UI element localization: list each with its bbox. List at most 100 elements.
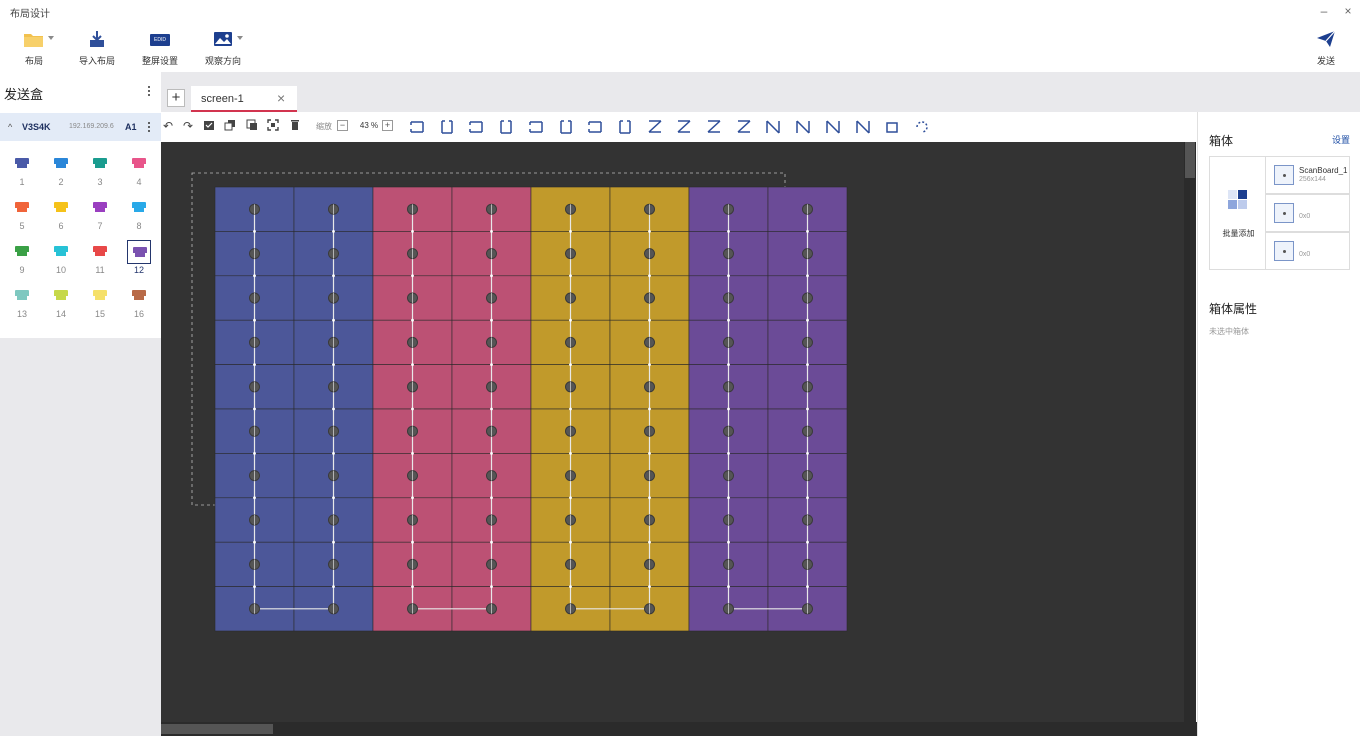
port-5[interactable]: 5: [8, 196, 36, 231]
tab-screen-1[interactable]: screen-1 ×: [191, 86, 297, 112]
path-dot: [806, 230, 809, 233]
port-number: 8: [136, 221, 142, 231]
device-row[interactable]: ^ V3S4K 192.169.209.6 A1: [0, 113, 161, 141]
path-dot: [727, 407, 730, 411]
close-window-button[interactable]: ×: [1339, 3, 1357, 19]
port-8[interactable]: 8: [125, 196, 153, 231]
wiring-v-snake-4-icon[interactable]: [616, 118, 634, 136]
undo-icon[interactable]: ↶: [161, 119, 175, 133]
path-dot: [332, 274, 335, 278]
port-1[interactable]: 1: [8, 152, 36, 187]
batch-add-button[interactable]: 批量添加: [1209, 156, 1266, 270]
zoom-out-button[interactable]: −: [337, 120, 348, 131]
path-dot: [332, 540, 335, 544]
zoom-value[interactable]: 43 %: [354, 121, 384, 130]
delete-icon[interactable]: [288, 119, 302, 133]
cabinet-size: 256x144: [1299, 176, 1326, 183]
path-dot: [490, 496, 493, 500]
device-more-icon[interactable]: [147, 122, 151, 134]
ethernet-port-icon: [49, 152, 73, 176]
port-2[interactable]: 2: [47, 152, 75, 187]
wiring-vdiag-1-icon[interactable]: [764, 118, 782, 136]
wiring-v-snake-3-icon[interactable]: [557, 118, 575, 136]
path-dot: [332, 585, 335, 588]
path-dot: [727, 230, 730, 233]
view-direction-button[interactable]: 观察方向: [203, 28, 243, 68]
port-13[interactable]: 13: [8, 284, 36, 319]
select-all-icon[interactable]: [202, 119, 216, 133]
port-number: 4: [136, 177, 142, 187]
vertical-scroll-thumb[interactable]: [1185, 142, 1195, 178]
wiring-vdiag-4-icon[interactable]: [854, 118, 872, 136]
tabs-bar: + screen-1 ×: [161, 72, 1360, 112]
wiring-v-snake-1-icon[interactable]: [438, 118, 456, 136]
cabinet-layout-svg[interactable]: [161, 142, 1184, 722]
horizontal-scrollbar[interactable]: [161, 722, 1197, 736]
more-menu-icon[interactable]: [147, 86, 151, 98]
port-12[interactable]: 12: [125, 240, 153, 275]
port-3[interactable]: 3: [86, 152, 114, 187]
path-dot: [332, 230, 335, 233]
layout-button[interactable]: 布局: [14, 28, 54, 68]
path-dot: [490, 452, 493, 455]
cabinet-item[interactable]: ScanBoard_1 256x144: [1265, 156, 1350, 194]
wiring-h-snake-1-icon[interactable]: [408, 118, 426, 136]
close-tab-icon[interactable]: ×: [277, 90, 285, 106]
port-14[interactable]: 14: [47, 284, 75, 319]
path-dot: [411, 318, 414, 322]
port-number: 7: [97, 221, 103, 231]
cabinet-settings-link[interactable]: 设置: [1332, 133, 1350, 146]
path-dot: [411, 407, 414, 411]
send-button[interactable]: 发送: [1306, 28, 1346, 68]
wiring-h-snake-4-icon[interactable]: [586, 118, 604, 136]
port-7[interactable]: 7: [86, 196, 114, 231]
wiring-diag-3-icon[interactable]: [705, 118, 723, 136]
cabinet-item[interactable]: 0x0: [1265, 194, 1350, 232]
send-icon: [1306, 28, 1346, 50]
path-dot: [806, 540, 809, 544]
ethernet-port-icon: [10, 284, 34, 308]
port-6[interactable]: 6: [47, 196, 75, 231]
wiring-v-snake-2-icon[interactable]: [497, 118, 515, 136]
path-dot: [332, 363, 335, 366]
redo-icon[interactable]: ↷: [181, 119, 195, 133]
horizontal-scroll-thumb[interactable]: [161, 724, 273, 734]
add-tab-button[interactable]: +: [167, 89, 185, 107]
port-4[interactable]: 4: [125, 152, 153, 187]
ethernet-port-icon: [88, 284, 112, 308]
minimize-button[interactable]: –: [1315, 3, 1333, 19]
path-dot: [253, 407, 256, 411]
wiring-vdiag-3-icon[interactable]: [824, 118, 842, 136]
paste-icon[interactable]: [245, 119, 259, 133]
port-9[interactable]: 9: [8, 240, 36, 275]
wiring-diag-2-icon[interactable]: [675, 118, 693, 136]
copy-icon[interactable]: [223, 119, 237, 133]
port-10[interactable]: 10: [47, 240, 75, 275]
vertical-scrollbar[interactable]: [1184, 142, 1196, 722]
cabinet-item[interactable]: 0x0: [1265, 232, 1350, 270]
title-bar: 布局设计 – ×: [0, 0, 1360, 24]
port-15[interactable]: 15: [86, 284, 114, 319]
collapse-chevron-icon[interactable]: ^: [8, 122, 12, 132]
import-layout-button[interactable]: 导入布局: [76, 28, 118, 68]
wiring-h-snake-3-icon[interactable]: [527, 118, 545, 136]
port-11[interactable]: 11: [86, 240, 114, 275]
wiring-diag-4-icon[interactable]: [735, 118, 753, 136]
fit-screen-icon[interactable]: [266, 119, 280, 133]
wiring-diag-1-icon[interactable]: [646, 118, 664, 136]
port-number: 11: [95, 265, 105, 275]
wiring-h-snake-2-icon[interactable]: [467, 118, 485, 136]
screen-settings-button[interactable]: EDID 整屏设置: [140, 28, 180, 68]
wiring-vdiag-2-icon[interactable]: [794, 118, 812, 136]
port-16[interactable]: 16: [125, 284, 153, 319]
path-dot: [569, 585, 572, 588]
tab-label: screen-1: [201, 93, 244, 105]
zoom-in-button[interactable]: +: [382, 120, 393, 131]
wiring-clear-links-icon[interactable]: [913, 118, 931, 136]
layout-canvas[interactable]: [161, 142, 1184, 722]
device-tag: A1: [125, 122, 137, 132]
path-dot: [332, 496, 335, 500]
wiring-rotate-icon[interactable]: [883, 118, 901, 136]
layout-label: 布局: [24, 56, 43, 66]
edit-toolbar: ↶ ↷ 缩放 − 43 % +: [161, 112, 1197, 142]
